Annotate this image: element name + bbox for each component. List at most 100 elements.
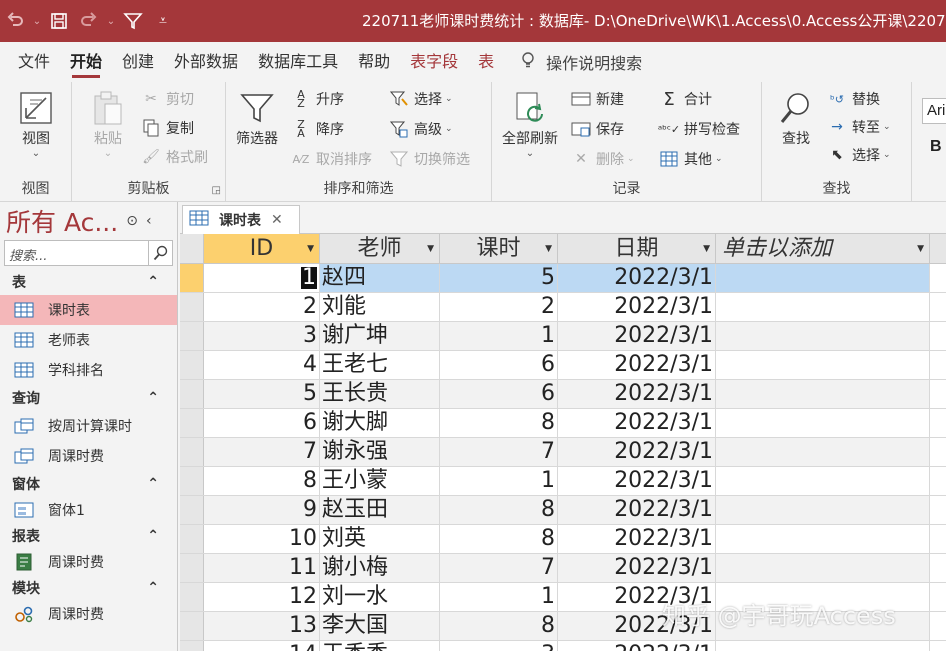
sort-descending-button[interactable]: Z A 降序 — [290, 118, 344, 140]
cell-teacher[interactable]: 李大国 — [320, 612, 440, 640]
nav-item-query[interactable]: 按周计算课时 — [0, 411, 177, 441]
document-tab[interactable]: 课时表 ✕ — [182, 205, 300, 234]
dialog-launcher-icon[interactable]: ◲ — [212, 185, 221, 196]
cell-teacher[interactable]: 王香秀 — [320, 641, 440, 651]
selection-filter-button[interactable]: 选择 ⌄ — [388, 88, 453, 110]
cell-add[interactable] — [716, 438, 930, 466]
select-all-box[interactable] — [180, 234, 204, 263]
record-selector[interactable] — [180, 380, 204, 408]
column-dropdown-icon[interactable]: ▼ — [703, 234, 710, 264]
nav-search-input[interactable]: 搜索... — [5, 241, 148, 265]
select-button[interactable]: ⬉ 选择 ⌄ — [826, 144, 890, 166]
nav-item-query[interactable]: 周课时费 — [0, 441, 177, 471]
cell-date[interactable]: 2022/3/1 — [558, 554, 716, 582]
cell-teacher[interactable]: 赵四 — [320, 264, 440, 292]
nav-category-tables[interactable]: 表 ⌃ — [0, 269, 177, 295]
column-dropdown-icon[interactable]: ▼ — [427, 234, 434, 264]
column-header-teacher[interactable]: 老师 ▼ — [320, 234, 440, 263]
nav-item-table[interactable]: 学科排名 — [0, 355, 177, 385]
remove-sort-button[interactable]: A⁄Z 取消排序 — [290, 148, 372, 170]
cell-date[interactable]: 2022/3/1 — [558, 496, 716, 524]
search-icon[interactable] — [148, 241, 172, 265]
tab-external-data[interactable]: 外部数据 — [164, 42, 248, 82]
advanced-filter-button[interactable]: 高级 ⌄ — [388, 118, 453, 140]
redo-dropdown-icon[interactable]: ⌄ — [104, 16, 118, 27]
cell-add[interactable] — [716, 496, 930, 524]
table-row[interactable]: 11 谢小梅 7 2022/3/1 — [180, 554, 946, 583]
cell-teacher[interactable]: 谢永强 — [320, 438, 440, 466]
cell-id[interactable]: 14 — [204, 641, 320, 651]
nav-category-reports[interactable]: 报表 ⌃ — [0, 523, 177, 549]
filter-qa-button[interactable] — [118, 6, 148, 36]
column-dropdown-icon[interactable]: ▼ — [307, 234, 314, 264]
column-header-date[interactable]: 日期 ▼ — [558, 234, 716, 263]
cell-id[interactable]: 8 — [204, 467, 320, 495]
column-header-add[interactable]: 单击以添加 ▼ — [716, 234, 930, 263]
cell-hours[interactable]: 7 — [440, 554, 558, 582]
record-selector[interactable] — [180, 641, 204, 651]
bold-button[interactable]: B — [930, 138, 942, 156]
undo-dropdown-icon[interactable]: ⌄ — [30, 16, 44, 27]
record-selector[interactable] — [180, 467, 204, 495]
record-selector[interactable] — [180, 264, 204, 292]
cell-id[interactable]: 5 — [204, 380, 320, 408]
close-icon[interactable]: ✕ — [271, 212, 283, 228]
tab-table[interactable]: 表 — [468, 42, 504, 82]
cell-add[interactable] — [716, 264, 930, 292]
cell-id[interactable]: 13 — [204, 612, 320, 640]
refresh-all-button[interactable]: 全部刷新 ⌄ — [502, 88, 558, 159]
cell-hours[interactable]: 8 — [440, 612, 558, 640]
record-selector[interactable] — [180, 583, 204, 611]
cell-id[interactable]: 12 — [204, 583, 320, 611]
cell-hours[interactable]: 1 — [440, 583, 558, 611]
cell-add[interactable] — [716, 554, 930, 582]
cell-id[interactable]: 9 — [204, 496, 320, 524]
tab-help[interactable]: 帮助 — [348, 42, 400, 82]
column-header-id[interactable]: ID ▼ — [204, 234, 320, 263]
nav-item-table[interactable]: 课时表 — [0, 295, 177, 325]
cell-id[interactable]: 3 — [204, 322, 320, 350]
record-selector[interactable] — [180, 554, 204, 582]
cell-hours[interactable]: 8 — [440, 496, 558, 524]
cell-hours[interactable]: 6 — [440, 351, 558, 379]
delete-record-button[interactable]: ✕ 删除 ⌄ — [570, 148, 634, 170]
table-row[interactable]: 4 王老七 6 2022/3/1 — [180, 351, 946, 380]
save-button[interactable] — [44, 6, 74, 36]
nav-menu-icon[interactable]: ⊙ — [126, 213, 138, 229]
cell-add[interactable] — [716, 409, 930, 437]
nav-category-modules[interactable]: 模块 ⌃ — [0, 575, 177, 601]
undo-button[interactable] — [0, 6, 30, 36]
cell-teacher[interactable]: 刘一水 — [320, 583, 440, 611]
cell-id[interactable]: 6 — [204, 409, 320, 437]
spelling-button[interactable]: ᵃᵇᶜ✓ 拼写检查 — [658, 118, 740, 140]
record-selector[interactable] — [180, 293, 204, 321]
nav-item-report[interactable]: 周课时费 — [0, 549, 177, 575]
cell-id[interactable]: 10 — [204, 525, 320, 553]
tab-file[interactable]: 文件 — [8, 42, 60, 82]
table-row[interactable]: 2 刘能 2 2022/3/1 — [180, 293, 946, 322]
cell-id[interactable]: 2 — [204, 293, 320, 321]
cell-teacher[interactable]: 赵玉田 — [320, 496, 440, 524]
new-record-button[interactable]: 新建 — [570, 88, 624, 110]
cell-teacher[interactable]: 刘英 — [320, 525, 440, 553]
replace-button[interactable]: ᵇ↺ 替换 — [826, 88, 880, 110]
cell-add[interactable] — [716, 641, 930, 651]
nav-item-module[interactable]: 周课时费 — [0, 601, 177, 627]
cell-id[interactable]: 1 — [204, 264, 320, 292]
table-row[interactable]: 14 王香秀 3 2022/3/1 — [180, 641, 946, 651]
cell-teacher[interactable]: 王小蒙 — [320, 467, 440, 495]
totals-button[interactable]: Σ 合计 — [658, 88, 712, 110]
cell-teacher[interactable]: 王老七 — [320, 351, 440, 379]
redo-button[interactable] — [74, 6, 104, 36]
cell-date[interactable]: 2022/3/1 — [558, 641, 716, 651]
table-row[interactable]: 5 王长贵 6 2022/3/1 — [180, 380, 946, 409]
cell-id[interactable]: 4 — [204, 351, 320, 379]
cell-date[interactable]: 2022/3/1 — [558, 351, 716, 379]
save-record-button[interactable]: 保存 — [570, 118, 624, 140]
sort-ascending-button[interactable]: A Z 升序 — [290, 88, 344, 110]
customize-toolbar-button[interactable]: ⩡ — [148, 6, 178, 36]
nav-category-forms[interactable]: 窗体 ⌃ — [0, 471, 177, 497]
format-painter-button[interactable]: 🖌 格式刷 — [140, 146, 208, 168]
cell-date[interactable]: 2022/3/1 — [558, 264, 716, 292]
table-row[interactable]: 1 赵四 5 2022/3/1 — [180, 264, 946, 293]
